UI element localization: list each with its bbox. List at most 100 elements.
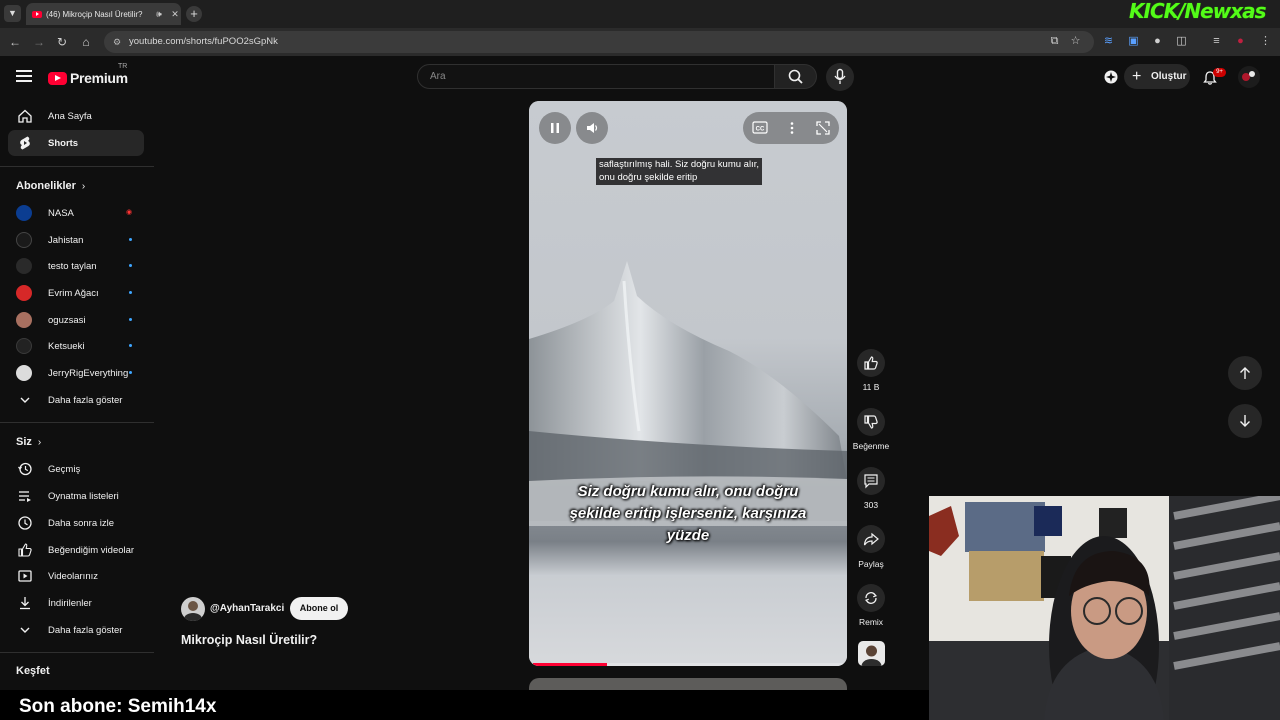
extensions-puzzle-icon[interactable]: ◫ xyxy=(1175,35,1188,48)
channel-handle[interactable]: @AyhanTarakci xyxy=(210,603,284,614)
sidebar-item-testo-taylan[interactable]: testo taylan xyxy=(8,253,144,279)
next-short-preview[interactable] xyxy=(529,678,847,690)
burned-in-subtitle: Siz doğru kumu alır, onu doğru şekilde e… xyxy=(569,483,807,544)
progress-bar-track[interactable] xyxy=(607,663,843,666)
translate-extension-icon[interactable]: ▣ xyxy=(1127,35,1140,48)
channel-thumb-art xyxy=(861,645,882,666)
thumbs-up-icon xyxy=(864,356,878,370)
channel-avatar xyxy=(16,232,32,248)
browser-tab[interactable]: (46) Mikroçip Nasıl Üretilir? 🕪 ✕ xyxy=(26,3,181,25)
site-info-icon[interactable]: ⚙ xyxy=(113,31,121,53)
video-title[interactable]: Mikroçip Nasıl Üretilir? xyxy=(181,633,317,647)
close-tab-icon[interactable]: ✕ xyxy=(169,9,181,20)
share-button[interactable] xyxy=(857,525,885,553)
subscribe-button[interactable]: Abone ol xyxy=(290,597,348,620)
sidebar-item-label: Evrim Ağacı xyxy=(48,287,99,299)
new-content-dot xyxy=(129,344,132,347)
reload-icon[interactable]: ↻ xyxy=(55,35,69,49)
sidebar-item-watch-later[interactable]: Daha sonra izle xyxy=(8,510,144,536)
video-icon xyxy=(16,568,33,585)
channel-avatar[interactable] xyxy=(181,597,205,621)
account-avatar[interactable] xyxy=(1238,66,1260,88)
search-button[interactable] xyxy=(775,64,817,89)
extension-circle-icon[interactable]: ● xyxy=(1151,35,1164,48)
caption-text: saflaştırılmış hali. Siz doğru kumu alır… xyxy=(596,158,762,185)
back-icon[interactable]: ← xyxy=(8,35,22,49)
shorts-player[interactable]: CC saflaştırılmış hali. Siz doğru kumu a… xyxy=(529,101,847,666)
last-subscriber-text: Son abone: Semih14x xyxy=(19,696,217,717)
sidebar-item-home[interactable]: Ana Sayfa xyxy=(8,103,144,129)
address-bar[interactable]: ⚙ youtube.com/shorts/fuPOO2sGpNk xyxy=(104,31,1094,53)
like-button[interactable] xyxy=(857,349,885,377)
sidebar-item-liked-videos[interactable]: Beğendiğim videolar xyxy=(8,537,144,563)
sidebar-item-label: Daha sonra izle xyxy=(48,517,115,529)
thumbs-down-icon xyxy=(864,415,878,429)
comments-button[interactable] xyxy=(857,467,885,495)
subscriptions-heading[interactable]: Abonelikler › xyxy=(16,180,85,192)
sidebar-item-nasa[interactable]: NASA ◉ xyxy=(8,200,144,226)
pause-button[interactable] xyxy=(539,112,571,144)
guide-menu-icon[interactable] xyxy=(16,70,32,82)
tab-title: (46) Mikroçip Nasıl Üretilir? xyxy=(46,9,143,19)
like-count: 11 B xyxy=(862,382,880,392)
show-more-subscriptions[interactable]: Daha fazla göster xyxy=(8,387,144,413)
arrow-up-icon xyxy=(1240,367,1250,379)
dislike-label: Beğenme xyxy=(852,441,890,451)
new-content-dot xyxy=(129,318,132,321)
previous-short-button[interactable] xyxy=(1228,356,1262,390)
sidebar-item-shorts[interactable]: Shorts xyxy=(8,130,144,156)
share-icon xyxy=(863,532,879,546)
sidebar-item-jahistan[interactable]: Jahistan xyxy=(8,227,144,253)
sidebar-item-label: Oynatma listeleri xyxy=(48,490,119,502)
sidebar-item-your-videos[interactable]: Videolarınız xyxy=(8,563,144,589)
youtube-premium-logo[interactable]: Premium TR xyxy=(48,63,128,87)
sidebar-item-oguzsasi[interactable]: oguzsasi xyxy=(8,307,144,333)
new-content-dot xyxy=(129,371,132,374)
browser-menu-icon[interactable]: ⋮ xyxy=(1259,35,1272,48)
shorts-icon xyxy=(16,135,33,152)
sidebar-item-label: İndirilenler xyxy=(48,597,92,609)
history-icon xyxy=(16,461,33,478)
more-options-icon[interactable] xyxy=(785,121,799,135)
profile-icon[interactable]: ● xyxy=(1234,35,1247,48)
divider xyxy=(0,166,154,167)
download-icon xyxy=(16,595,33,612)
tab-search-button[interactable]: ▼ xyxy=(4,5,21,22)
sidebar-item-playlists[interactable]: Oynatma listeleri xyxy=(8,483,144,509)
sidebar-item-jerryrigeverything[interactable]: JerryRigEverything xyxy=(8,360,144,386)
forward-icon[interactable]: → xyxy=(32,35,46,49)
channel-avatar xyxy=(16,338,32,354)
avatar-art xyxy=(1242,71,1255,81)
extension-audio-icon[interactable]: ≋ xyxy=(1102,35,1115,48)
home-button-icon[interactable]: ⌂ xyxy=(79,35,93,49)
create-button[interactable]: + Oluştur xyxy=(1124,64,1190,89)
volume-button[interactable] xyxy=(576,112,608,144)
remix-button[interactable] xyxy=(857,584,885,612)
sidebar-item-ketsueki[interactable]: Ketsueki xyxy=(8,333,144,359)
sidebar-item-history[interactable]: Geçmiş xyxy=(8,456,144,482)
new-tab-button[interactable]: + xyxy=(186,6,202,22)
bookmark-star-icon[interactable]: ☆ xyxy=(1069,35,1082,48)
voice-search-button[interactable] xyxy=(826,63,854,91)
sidebar-item-downloads[interactable]: İndirilenler xyxy=(8,590,144,616)
kick-logo-overlay: KICK/Newxas xyxy=(1129,0,1267,23)
speaker-icon[interactable]: 🕪 xyxy=(153,9,165,20)
sidebar-item-label: Daha fazla göster xyxy=(48,394,123,406)
arrow-down-icon xyxy=(1240,415,1250,427)
media-controls-icon[interactable]: ≡ xyxy=(1210,35,1223,48)
closed-captions-icon[interactable]: CC xyxy=(752,121,768,135)
comment-icon xyxy=(864,474,878,489)
you-heading[interactable]: Siz › xyxy=(16,436,41,448)
gemini-sparkle-icon[interactable] xyxy=(1103,69,1119,85)
search-input[interactable]: Ara xyxy=(417,64,775,89)
dislike-button[interactable] xyxy=(857,408,885,436)
install-app-icon[interactable]: ⧉ xyxy=(1048,35,1061,48)
sidebar-item-evrim-agaci[interactable]: Evrim Ağacı xyxy=(8,280,144,306)
progress-bar-played[interactable] xyxy=(533,663,607,666)
fullscreen-icon[interactable] xyxy=(816,121,830,135)
show-more-you[interactable]: Daha fazla göster xyxy=(8,617,144,643)
search-icon xyxy=(788,69,803,84)
sound-channel-thumbnail[interactable] xyxy=(858,641,885,666)
next-short-button[interactable] xyxy=(1228,404,1262,438)
browser-tab-bar: ▼ (46) Mikroçip Nasıl Üretilir? 🕪 ✕ + KI… xyxy=(0,0,1280,28)
